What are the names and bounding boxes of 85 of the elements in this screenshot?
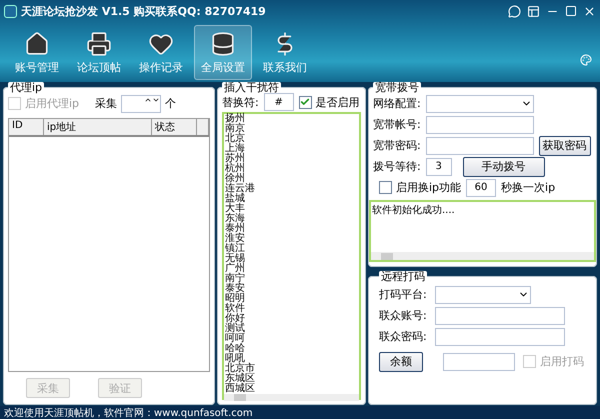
balance-button[interactable]: 余额 bbox=[379, 352, 423, 372]
maximize-icon[interactable] bbox=[565, 4, 577, 16]
platform-dropdown[interactable] bbox=[434, 286, 531, 304]
column-header[interactable]: ID bbox=[9, 119, 44, 135]
close-icon[interactable] bbox=[583, 4, 596, 18]
app-logo-icon bbox=[4, 4, 17, 18]
field-label: 联众密码: bbox=[379, 329, 427, 344]
scrollbar[interactable] bbox=[224, 394, 359, 401]
list-line: 无锡 bbox=[225, 254, 246, 264]
group-title: 宽带拨号 bbox=[373, 82, 421, 93]
toolbar-button[interactable]: 联系我们 bbox=[256, 25, 314, 80]
dial-button[interactable]: 手动拨号 bbox=[462, 156, 545, 176]
spin-field[interactable] bbox=[121, 94, 162, 112]
list-line: 东海 bbox=[225, 214, 246, 224]
list-line: 扬州 bbox=[225, 114, 246, 124]
network-dropdown[interactable] bbox=[426, 94, 534, 112]
home-icon bbox=[24, 30, 50, 56]
account-field[interactable] bbox=[426, 116, 534, 134]
log-text: 软件初始化成功.... bbox=[371, 204, 456, 218]
list-line: 南京 bbox=[225, 124, 246, 134]
interval-field[interactable]: 60 bbox=[466, 178, 496, 196]
field-label: 宽带帐号: bbox=[373, 117, 421, 132]
password-field[interactable] bbox=[426, 136, 534, 154]
list-line: 测试 bbox=[225, 324, 246, 334]
checkbox[interactable] bbox=[298, 96, 312, 108]
password-field[interactable] bbox=[434, 328, 565, 346]
field-label: 网络配置: bbox=[373, 96, 421, 111]
window-title: 天涯论坛抢沙发 V1.5 购买联系QQ: 82707419 bbox=[21, 4, 266, 18]
wait-field[interactable]: 3 bbox=[426, 158, 452, 176]
field-label: 联众账号: bbox=[379, 308, 427, 323]
stack-icon bbox=[210, 30, 236, 56]
list-line: 北京市 bbox=[225, 364, 256, 374]
checkbox-label: 启用换ip功能 bbox=[396, 180, 462, 195]
toolbar-button[interactable]: 论坛顶帖 bbox=[70, 25, 128, 80]
list-line: 泰安 bbox=[225, 284, 246, 294]
field-label: 打码平台: bbox=[379, 287, 427, 302]
field-label: 拨号等待: bbox=[373, 159, 421, 174]
list-line: 北京 bbox=[225, 134, 246, 144]
checkbox[interactable] bbox=[379, 181, 392, 194]
list-line: 泰州 bbox=[225, 224, 246, 234]
printer-icon bbox=[86, 30, 112, 56]
list-line: 西城区 bbox=[225, 384, 256, 394]
field-label: 秒换一次ip bbox=[501, 180, 556, 195]
chat-icon[interactable] bbox=[508, 4, 521, 18]
list-line: 徐州 bbox=[225, 174, 245, 184]
account-field[interactable] bbox=[434, 306, 565, 324]
list-line: 广州 bbox=[225, 264, 246, 274]
list-line: 软件 bbox=[225, 304, 246, 314]
list-line: 上海 bbox=[225, 144, 246, 154]
list-line: 镇江 bbox=[225, 244, 246, 254]
list-line: 淮安 bbox=[225, 234, 246, 244]
text-area[interactable]: 扬州 南京 北京 上海 苏州 杭州 徐州 连云港 盐城 大丰 东海 泰州 淮安 镇江 无锡 广州 南宁 泰安 昭明 软件 你好 测试 呵呵 哈哈 吼吼 北京市 东城区 西城区 bbox=[222, 112, 361, 400]
group-title: 远程打码 bbox=[379, 271, 427, 282]
list-line: 东城区 bbox=[225, 374, 256, 384]
list-line: 大丰 bbox=[225, 204, 246, 214]
list-line: 昭明 bbox=[225, 294, 246, 304]
checkbox-label: 启用打码 bbox=[540, 354, 584, 369]
list-line: 盐城 bbox=[225, 194, 246, 204]
list-line: 吼吼 bbox=[225, 354, 245, 364]
group-title: 插入干扰符 bbox=[222, 82, 281, 93]
skin-icon[interactable] bbox=[527, 4, 540, 18]
group-title: 代理ip bbox=[8, 82, 44, 93]
unit-label: 个 bbox=[165, 96, 176, 111]
status-bar: 欢迎使用天涯顶帖机，软件官网：www.qunfasoft.com bbox=[0, 406, 600, 419]
list-line: 呵呵 bbox=[225, 334, 246, 344]
list-line: 连云港 bbox=[225, 184, 256, 194]
toolbar-button[interactable]: 操作记录 bbox=[132, 25, 190, 80]
palette-icon[interactable] bbox=[580, 54, 592, 66]
list-line: 哈哈 bbox=[225, 344, 246, 354]
field-label: 替换符: bbox=[222, 94, 259, 110]
scrollbar[interactable] bbox=[371, 252, 594, 260]
list-line: 杭州 bbox=[225, 164, 246, 174]
field-label: 宽带密码: bbox=[373, 138, 421, 153]
get-password-button[interactable]: 获取密码 bbox=[538, 136, 591, 156]
replace-field[interactable]: # bbox=[264, 93, 294, 111]
list-line: 你好 bbox=[225, 314, 246, 324]
list-line: 南宁 bbox=[225, 274, 246, 284]
checkbox-label: 是否启用 bbox=[316, 94, 360, 110]
list-line: 苏州 bbox=[225, 154, 246, 164]
balance-field[interactable] bbox=[443, 352, 515, 370]
column-header[interactable]: 状态 bbox=[152, 119, 197, 135]
checkbox-label: 启用代理ip bbox=[25, 96, 80, 111]
toolbar-button[interactable]: 账号管理 bbox=[8, 25, 66, 80]
field-label: 采集 bbox=[95, 96, 118, 111]
column-header[interactable]: ip地址 bbox=[44, 119, 152, 135]
